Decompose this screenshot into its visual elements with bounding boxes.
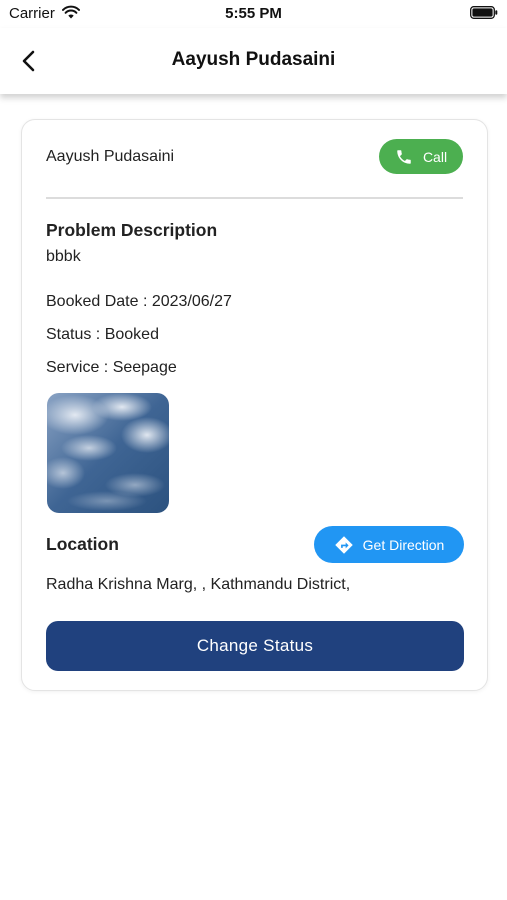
service-type: Service : Seepage [46, 359, 177, 376]
call-button-label: Call [422, 148, 448, 165]
app-header: Aayush Pudasaini [0, 28, 507, 94]
change-status-label: Change Status [196, 636, 314, 655]
divider [46, 197, 463, 199]
booking-detail-card: Aayush Pudasaini Call Problem Descriptio… [21, 119, 488, 691]
phone-icon [397, 149, 411, 164]
status-bar: Carrier 5:55 PM [0, 0, 507, 28]
customer-name: Aayush Pudasaini [46, 148, 175, 165]
booked-date: Booked Date : 2023/06/27 [46, 293, 232, 310]
change-status-button[interactable]: Change Status [46, 621, 464, 671]
status-time: 5:55 PM [225, 5, 282, 22]
location-heading: Location [46, 534, 119, 554]
battery-icon [470, 6, 498, 19]
get-direction-button[interactable]: Get Direction [314, 526, 464, 563]
location-address: Radha Krishna Marg, , Kathmandu District… [46, 576, 351, 593]
call-button[interactable]: Call [379, 139, 463, 174]
problem-photo[interactable] [47, 393, 169, 513]
page-title: Aayush Pudasaini [171, 49, 336, 70]
get-direction-label: Get Direction [362, 536, 445, 553]
booking-status: Status : Booked [46, 326, 159, 343]
problem-description-heading: Problem Description [46, 220, 218, 240]
directions-icon [334, 535, 353, 554]
problem-photo-image [47, 393, 169, 513]
problem-description-text: bbbk [46, 248, 81, 265]
